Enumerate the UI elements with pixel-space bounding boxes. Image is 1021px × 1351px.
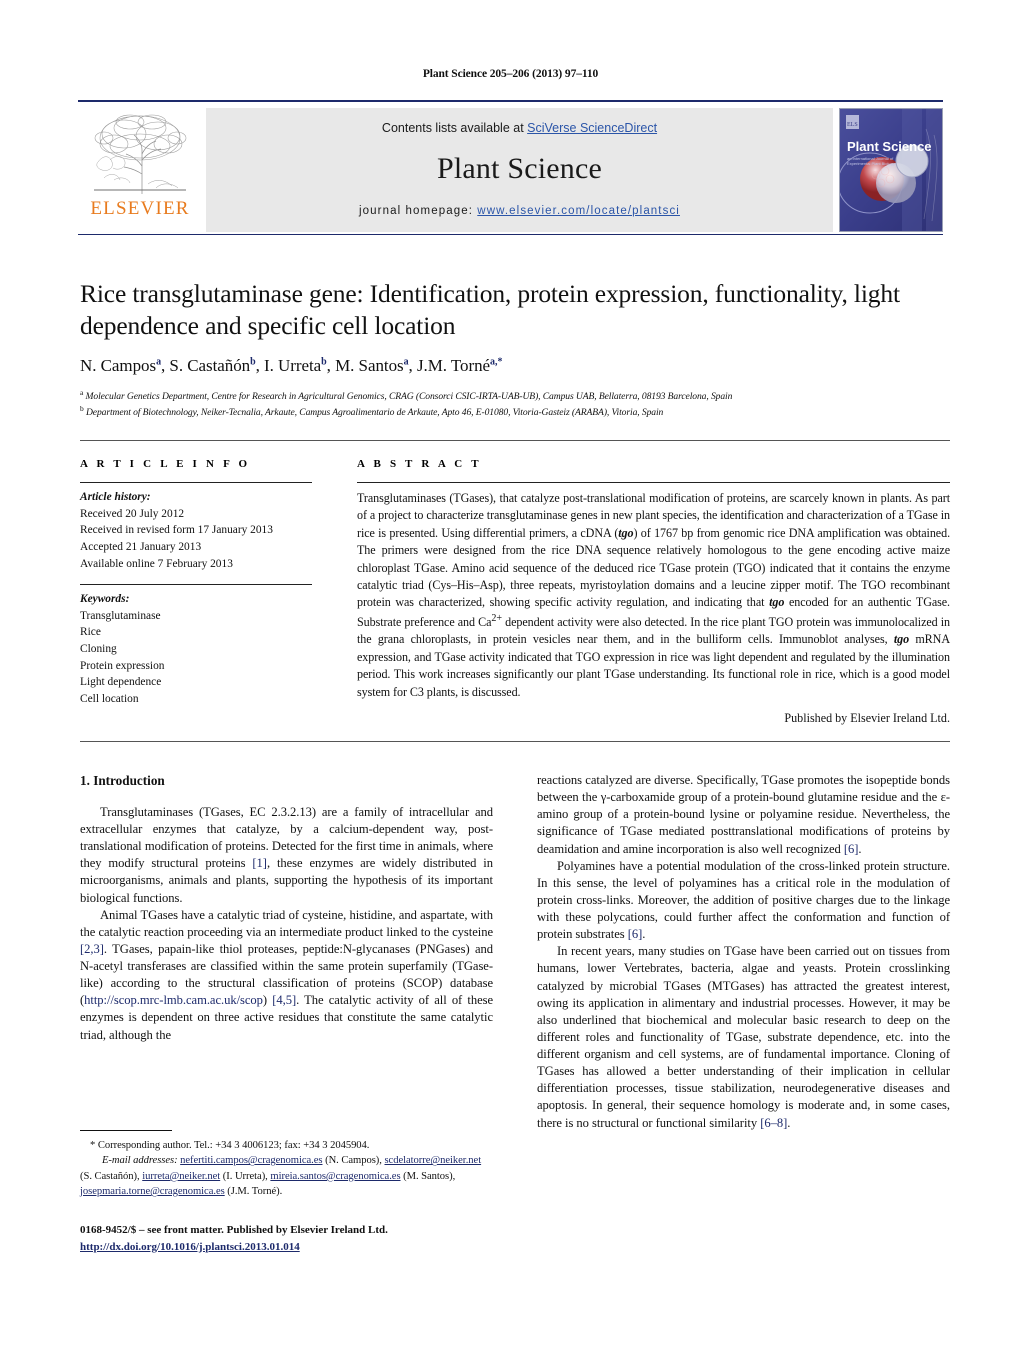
citation-reference[interactable]: [6–8] xyxy=(760,1116,787,1130)
affiliation-item: b Department of Biotechnology, Neiker-Te… xyxy=(80,404,664,419)
contents-prefix: Contents lists available at xyxy=(381,121,528,135)
keyword-item: Transglutaminase xyxy=(80,609,161,622)
affiliation-item: a Molecular Genetics Department, Centre … xyxy=(80,388,733,403)
doi-link[interactable]: http://dx.doi.org/10.1016/j.plantsci.201… xyxy=(80,1241,300,1253)
author-list: N. Camposa, S. Castañónb, I. Urretab, M.… xyxy=(80,356,503,376)
abstract-publisher-line: Published by Elsevier Ireland Ltd. xyxy=(784,710,950,725)
citation-reference[interactable]: [1] xyxy=(252,856,267,870)
article-info-rule xyxy=(80,482,312,483)
author-affiliation-marker: a xyxy=(403,356,409,368)
article-history-label: Article history: xyxy=(80,491,151,503)
email-link[interactable]: mireia.santos@cragenomica.es xyxy=(270,1171,400,1182)
affiliation-list: a Molecular Genetics Department, Centre … xyxy=(80,388,950,420)
svg-text:Experimental Plant Biology: Experimental Plant Biology xyxy=(847,161,895,166)
abstract-panel: A B S T R A C T Transglutaminases (TGase… xyxy=(357,458,950,726)
elsevier-wordmark: ELSEVIER xyxy=(90,198,190,219)
email-addresses-label: E-mail addresses: xyxy=(102,1155,181,1167)
abstract-heading: A B S T R A C T xyxy=(357,458,482,470)
body-column-right: reactions catalyzed are diverse. Specifi… xyxy=(537,772,950,1132)
footnote-rule xyxy=(80,1130,172,1131)
frontmatter-block: 0168-9452/$ – see front matter. Publishe… xyxy=(80,1222,510,1255)
elsevier-logo: ELSEVIER xyxy=(78,108,202,232)
body-paragraph: reactions catalyzed are diverse. Specifi… xyxy=(537,773,950,856)
footnote-block: * Corresponding author. Tel.: +34 3 4006… xyxy=(80,1130,493,1199)
abstract-rule xyxy=(357,482,950,483)
citation-reference[interactable]: [2,3] xyxy=(80,942,104,956)
page-title: Rice transglutaminase gene: Identificati… xyxy=(80,279,900,341)
keywords-rule xyxy=(80,584,312,586)
keyword-item: Rice xyxy=(80,626,101,639)
body-paragraph: Polyamines have a potential modulation o… xyxy=(537,858,950,942)
author-name: I. Urreta xyxy=(264,356,322,376)
running-head: Plant Science 205–206 (2013) 97–110 xyxy=(422,68,599,80)
abstract-bottom-rule xyxy=(80,741,950,742)
intro-right-paragraphs: reactions catalyzed are diverse. Specifi… xyxy=(537,772,950,1132)
author-affiliation-marker: a,* xyxy=(490,356,503,368)
author-name: N. Campos xyxy=(80,356,157,376)
svg-text:Plant Science: Plant Science xyxy=(847,139,932,154)
homepage-prefix: journal homepage: xyxy=(359,205,478,217)
info-top-rule xyxy=(80,440,950,441)
keywords-label: Keywords: xyxy=(80,593,130,606)
journal-article-page: Plant Science 205–206 (2013) 97–110 ELSE… xyxy=(0,0,1021,1351)
email-addresses-note: E-mail addresses: nefertiti.campos@crage… xyxy=(80,1155,482,1198)
author-name: S. Castañón xyxy=(169,356,251,376)
author-affiliation-marker: b xyxy=(321,356,327,368)
article-info-heading: A R T I C L E I N F O xyxy=(80,458,251,470)
email-link[interactable]: iurreta@neiker.net xyxy=(142,1171,220,1182)
history-item: Accepted 21 January 2013 xyxy=(80,540,202,553)
author-affiliation-marker: b xyxy=(250,356,256,368)
banner-center: Contents lists available at SciVerse Sci… xyxy=(206,108,833,232)
keyword-item: Cloning xyxy=(80,643,117,656)
author-name: M. Santos xyxy=(335,356,404,376)
title-block: Rice transglutaminase gene: Identificati… xyxy=(80,278,950,420)
article-history-block: Article history: Received 20 July 2012 R… xyxy=(80,489,312,572)
issn-frontmatter-line: 0168-9452/$ – see front matter. Publishe… xyxy=(80,1224,388,1236)
external-link[interactable]: http://scop.mrc-lmb.cam.ac.uk/scop xyxy=(84,993,263,1007)
corresponding-author-note: * Corresponding author. Tel.: +34 3 4006… xyxy=(90,1140,370,1151)
keywords-block: Keywords: Transglutaminase Rice Cloning … xyxy=(80,591,312,707)
contents-lists-line: Contents lists available at SciVerse Sci… xyxy=(382,121,657,135)
journal-cover-thumbnail: ELS Plant Science an International Journ… xyxy=(839,108,943,232)
history-item: Available online 7 February 2013 xyxy=(80,557,233,570)
citation-reference[interactable]: [6] xyxy=(628,927,643,941)
citation-reference[interactable]: [6] xyxy=(844,842,859,856)
body-paragraph: Transglutaminases (TGases, EC 2.3.2.13) … xyxy=(80,804,494,905)
intro-left-paragraphs: Transglutaminases (TGases, EC 2.3.2.13) … xyxy=(80,804,493,1044)
sciencedirect-link[interactable]: SciVerse ScienceDirect xyxy=(527,121,657,135)
section-heading-introduction: 1. Introduction xyxy=(80,773,165,788)
journal-banner: ELSEVIER Contents lists available at Sci… xyxy=(78,100,943,235)
author-name: J.M. Torné xyxy=(416,356,491,376)
keyword-item: Light dependence xyxy=(80,676,162,689)
svg-text:ELS: ELS xyxy=(847,122,858,128)
body-paragraph: Animal TGases have a catalytic triad of … xyxy=(80,907,493,1042)
body-column-left: 1. Introduction Transglutaminases (TGase… xyxy=(80,772,493,1044)
banner-bottom-rule xyxy=(78,234,943,235)
author-affiliation-marker: a xyxy=(156,356,162,368)
keyword-item: Cell location xyxy=(80,693,139,706)
journal-homepage-link[interactable]: www.elsevier.com/locate/plantsci xyxy=(477,205,680,217)
footnote-text: * Corresponding author. Tel.: +34 3 4006… xyxy=(80,1138,493,1199)
history-item: Received 20 July 2012 xyxy=(80,507,185,520)
email-link[interactable]: scdelatorre@neiker.net xyxy=(384,1155,481,1166)
elsevier-tree-icon xyxy=(84,110,196,198)
citation-reference[interactable]: [4,5] xyxy=(272,993,296,1007)
journal-homepage-line: journal homepage: www.elsevier.com/locat… xyxy=(359,205,680,217)
keyword-item: Protein expression xyxy=(80,659,165,672)
email-link[interactable]: nefertiti.campos@cragenomica.es xyxy=(180,1155,322,1166)
abstract-text: Transglutaminases (TGases), that catalyz… xyxy=(357,491,951,699)
article-info-panel: A R T I C L E I N F O Article history: R… xyxy=(80,458,312,708)
history-item: Received in revised form 17 January 2013 xyxy=(80,524,273,537)
body-paragraph: In recent years, many studies on TGase h… xyxy=(537,944,950,1130)
email-link[interactable]: josepmaria.torne@cragenomica.es xyxy=(80,1186,225,1197)
journal-title: Plant Science xyxy=(436,152,603,185)
